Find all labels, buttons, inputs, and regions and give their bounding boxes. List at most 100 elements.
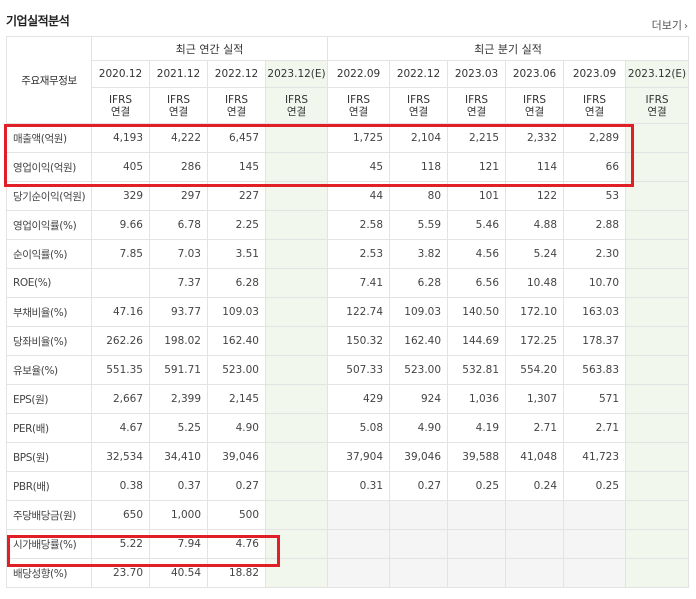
quarter-value-cell: 2.71 (505, 413, 565, 443)
quarter-value-cell: 5.24 (505, 239, 565, 269)
table-row: EPS(원) 2,667 2,399 2,145 429 924 1,036 1,307 571 (6, 384, 690, 414)
quarter-value-cell: 6.56 (447, 268, 507, 298)
period-header: 2020.12 (91, 60, 150, 88)
annual-value-cell: 4,222 (149, 123, 208, 153)
more-link[interactable]: 더보기 › (652, 17, 688, 33)
ifrs-label: IFRS (645, 93, 669, 106)
row-label: 부채비율(%) (6, 297, 92, 327)
row-label: 당기순이익(억원) (6, 181, 92, 211)
annual-value-cell: 47.16 (91, 297, 150, 327)
ifrs-consolidated-label: IFRS 연결 (447, 87, 507, 124)
consolidated-label: 연결 (286, 105, 307, 118)
ifrs-label: IFRS (346, 93, 371, 106)
quarter-value-cell: 4.56 (447, 239, 507, 269)
quarter-value-cell (625, 558, 690, 588)
quarter-value-cell (625, 471, 690, 501)
quarter-value-cell: 4.90 (389, 413, 449, 443)
quarter-value-cell (625, 268, 690, 298)
quarter-value-cell: 0.24 (505, 471, 565, 501)
quarter-value-cell: 571 (563, 384, 627, 414)
table-row: 영업이익(억원) 405 286 145 45 118 121 114 66 (6, 152, 690, 182)
annual-value-cell (264, 181, 329, 211)
row-label: 유보율(%) (6, 355, 92, 385)
quarter-value-cell: 162.40 (389, 326, 449, 356)
annual-value-cell: 23.70 (91, 558, 150, 588)
annual-value-cell: 109.03 (207, 297, 266, 327)
quarter-value-cell: 41,723 (563, 442, 627, 472)
quarter-group-header: 최근 분기 실적 (327, 36, 690, 61)
quarter-value-cell: 7.41 (327, 268, 391, 298)
consolidated-label: 연결 (466, 105, 487, 118)
quarter-value-cell: 10.48 (505, 268, 565, 298)
quarter-value-cell: 2,332 (505, 123, 565, 153)
quarter-value-cell: 101 (447, 181, 507, 211)
table-row: 매출액(억원) 4,193 4,222 6,457 1,725 2,104 2,215 2,3… (6, 123, 690, 153)
table-row: 주당배당금(원) 650 1,000 500 (6, 500, 690, 530)
quarter-value-cell: 44 (327, 181, 391, 211)
consolidated-label: 연결 (584, 105, 605, 118)
quarter-value-cell: 80 (389, 181, 449, 211)
period-header: 2022.09 (327, 60, 391, 88)
ifrs-consolidated-label: IFRS 연결 (264, 87, 329, 124)
annual-value-cell: 5.25 (149, 413, 208, 443)
quarter-value-cell: 2.53 (327, 239, 391, 269)
quarter-value-cell (625, 500, 690, 530)
quarter-value-cell (327, 529, 391, 559)
quarter-value-cell: 5.08 (327, 413, 391, 443)
row-label: 시가배당률(%) (6, 529, 92, 559)
quarter-value-cell: 121 (447, 152, 507, 182)
more-link-label: 더보기 (651, 19, 682, 32)
quarter-value-cell (389, 529, 449, 559)
quarter-value-cell: 2.88 (563, 210, 627, 240)
annual-value-cell: 93.77 (149, 297, 208, 327)
annual-value-cell: 7.03 (149, 239, 208, 269)
ifrs-consolidated-label: IFRS 연결 (149, 87, 208, 124)
quarter-value-cell (447, 500, 507, 530)
quarter-value-cell: 172.10 (505, 297, 565, 327)
table-row: 시가배당률(%) 5.22 7.94 4.76 (6, 529, 690, 559)
annual-value-cell: 4,193 (91, 123, 150, 153)
period-header: 2021.12 (149, 60, 208, 88)
quarter-value-cell: 2.30 (563, 239, 627, 269)
quarter-value-cell (505, 558, 565, 588)
quarter-value-cell (625, 210, 690, 240)
quarter-value-cell: 172.25 (505, 326, 565, 356)
annual-value-cell: 405 (91, 152, 150, 182)
row-label: 영업이익(억원) (6, 152, 92, 182)
annual-value-cell: 5.22 (91, 529, 150, 559)
annual-value-cell: 3.51 (207, 239, 266, 269)
quarter-value-cell: 109.03 (389, 297, 449, 327)
period-header: 2023.12(E) (625, 60, 690, 88)
annual-value-cell: 0.37 (149, 471, 208, 501)
quarter-value-cell: 53 (563, 181, 627, 211)
ifrs-label: IFRS (166, 93, 191, 106)
quarter-value-cell: 6.28 (389, 268, 449, 298)
ifrs-label: IFRS (464, 93, 489, 106)
table-row: 부채비율(%) 47.16 93.77 109.03 122.74 109.03 140.5… (6, 297, 690, 327)
period-header: 2022.12 (207, 60, 266, 88)
ifrs-consolidated-label: IFRS 연결 (207, 87, 266, 124)
quarter-value-cell: 118 (389, 152, 449, 182)
row-label-header: 주요재무정보 (6, 36, 92, 124)
quarter-value-cell: 122.74 (327, 297, 391, 327)
annual-value-cell: 34,410 (149, 442, 208, 472)
quarter-value-cell (625, 442, 690, 472)
ifrs-label: IFRS (284, 93, 309, 106)
annual-value-cell: 1,000 (149, 500, 208, 530)
quarter-value-cell: 66 (563, 152, 627, 182)
annual-value-cell: 329 (91, 181, 150, 211)
quarter-value-cell (625, 181, 690, 211)
quarter-value-cell: 150.32 (327, 326, 391, 356)
table-row: ROE(%) 7.37 6.28 7.41 6.28 6.56 10.48 10.70 (6, 268, 690, 298)
period-header: 2023.09 (563, 60, 627, 88)
table-row: 배당성향(%) 23.70 40.54 18.82 (6, 558, 690, 588)
table-row: 당기순이익(억원) 329 297 227 44 80 101 122 53 (6, 181, 690, 211)
quarter-value-cell: 924 (389, 384, 449, 414)
quarter-value-cell: 0.31 (327, 471, 391, 501)
annual-value-cell: 297 (149, 181, 208, 211)
table-row: BPS(원) 32,534 34,410 39,046 37,904 39,046 39,5… (6, 442, 690, 472)
period-header: 2023.12(E) (264, 60, 329, 88)
quarter-value-cell: 2,289 (563, 123, 627, 153)
annual-value-cell (264, 558, 329, 588)
annual-value-cell: 18.82 (207, 558, 266, 588)
